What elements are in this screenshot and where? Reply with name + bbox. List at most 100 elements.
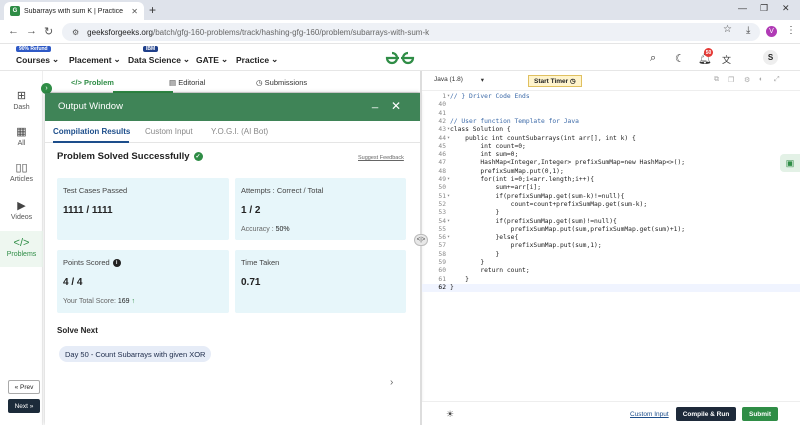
- site-info-icon[interactable]: ⚙: [72, 28, 79, 37]
- check-circle-icon: ✓: [193, 152, 203, 161]
- tab-submissions[interactable]: ◷ Submissions: [256, 78, 307, 87]
- tab-custom-input[interactable]: Custom Input: [145, 127, 193, 136]
- tab-problem[interactable]: </> Problem: [71, 78, 114, 87]
- close-window-icon[interactable]: ✕: [782, 3, 790, 14]
- forward-icon[interactable]: →: [26, 25, 37, 37]
- reload-icon[interactable]: ↻: [44, 25, 53, 38]
- info-icon[interactable]: i: [112, 258, 121, 267]
- settings-icon[interactable]: ⚙: [744, 76, 750, 84]
- code-line[interactable]: HashMap<Integer,Integer> prefixSumMap=ne…: [450, 159, 685, 166]
- nav-gate[interactable]: GATE ⌄: [196, 54, 228, 65]
- theme-icon[interactable]: ◐: [759, 76, 763, 83]
- time-label: Time Taken: [241, 258, 280, 267]
- prev-button[interactable]: « Prev: [8, 380, 40, 394]
- attempts-card: Attempts : Correct / Total 1 / 2 Accurac…: [235, 178, 406, 240]
- code-line[interactable]: sum+=arr[i];: [450, 184, 541, 191]
- start-timer-button[interactable]: Start Timer ◷: [528, 75, 582, 87]
- code-line[interactable]: }: [450, 284, 454, 291]
- line-number: 50: [438, 184, 446, 192]
- editor-toolbar: Java (1.8) ▾ Start Timer ◷ ⧉ ❐ ⚙ ◐ ⤢: [422, 71, 800, 91]
- compile-run-button[interactable]: Compile & Run: [676, 407, 736, 421]
- book-icon: ▯▯: [15, 162, 28, 174]
- video-icon: ▶: [17, 200, 26, 212]
- rail-item-articles[interactable]: ▯▯ Articles: [0, 161, 43, 183]
- code-line[interactable]: // User function Template for Java: [450, 118, 579, 125]
- bookmark-star-icon[interactable]: ☆: [723, 24, 732, 35]
- code-line[interactable]: }: [450, 251, 499, 258]
- search-icon[interactable]: ⌕: [650, 52, 656, 65]
- close-icon[interactable]: ✕: [391, 99, 401, 113]
- document-icon: ▤: [169, 78, 177, 87]
- code-line[interactable]: prefixSumMap.put(0,1);: [450, 168, 563, 175]
- rail-item-dash[interactable]: ⊞ Dash: [0, 89, 43, 111]
- dark-mode-icon[interactable]: ☾: [675, 52, 685, 65]
- user-avatar[interactable]: S: [763, 50, 778, 65]
- new-tab-icon[interactable]: +: [149, 3, 156, 17]
- nav-practice[interactable]: Practice ⌄: [236, 54, 278, 65]
- fullscreen-icon[interactable]: ⤢: [774, 76, 780, 84]
- copy-code-icon[interactable]: ❐: [728, 76, 734, 84]
- rail-item-problems[interactable]: </> Problems: [0, 231, 43, 267]
- gfg-logo-icon[interactable]: [383, 51, 417, 65]
- browser-profile-avatar[interactable]: V: [766, 26, 777, 37]
- code-line[interactable]: for(int i=0;i<arr.length;i++){: [450, 176, 594, 183]
- code-line[interactable]: public int countSubarrays(int arr[], int…: [450, 135, 636, 142]
- code-line[interactable]: return count;: [450, 267, 529, 274]
- code-line[interactable]: int sum=0;: [450, 151, 518, 158]
- lightbulb-icon[interactable]: ☀: [446, 409, 454, 420]
- line-number: 44: [438, 134, 446, 142]
- code-line[interactable]: if(prefixSumMap.get(sum-k)!=null){: [450, 193, 624, 200]
- code-line[interactable]: int count=0;: [450, 143, 526, 150]
- code-line[interactable]: prefixSumMap.put(sum,prefixSumMap.get(su…: [450, 226, 685, 233]
- output-window: Output Window _ ✕ Compilation Results Cu…: [45, 93, 420, 425]
- code-line[interactable]: prefixSumMap.put(sum,1);: [450, 242, 602, 249]
- back-icon[interactable]: ←: [8, 25, 19, 37]
- line-number: 45: [438, 142, 446, 150]
- custom-input-link[interactable]: Custom Input: [630, 411, 669, 418]
- close-tab-icon[interactable]: ✕: [131, 7, 138, 16]
- download-icon[interactable]: ⤓: [746, 25, 750, 36]
- next-button[interactable]: Next »: [8, 399, 40, 413]
- tab-yogi-ai-bot[interactable]: Y.O.G.I. (AI Bot): [211, 127, 268, 136]
- restore-window-icon[interactable]: ❐: [760, 3, 768, 14]
- submit-button[interactable]: Submit: [742, 407, 778, 421]
- accuracy: Accuracy : 50%: [241, 226, 290, 233]
- language-icon[interactable]: 文: [722, 53, 731, 66]
- line-number: 48: [438, 167, 446, 175]
- output-window-title: Output Window: [58, 101, 123, 112]
- tab-compilation-results[interactable]: Compilation Results: [53, 127, 130, 136]
- chevron-down-icon: ⌄: [220, 54, 229, 64]
- suggest-feedback-link[interactable]: Suggest Feedback: [358, 155, 404, 161]
- minimize-window-icon[interactable]: —: [738, 3, 747, 13]
- code-line[interactable]: class Solution {: [450, 126, 511, 133]
- line-number-gutter: 1 ▾ 40 41 42 43 ▾ 44 ▾ 45 46 47 48 49 ▾ 50 51 ▾ 52 53 54 ▾ 55 5…: [422, 91, 450, 291]
- code-line[interactable]: }: [450, 209, 499, 216]
- code-line[interactable]: if(prefixSumMap.get(sum)!=null){: [450, 218, 616, 225]
- address-bar[interactable]: ⚙ geeksforgeeks.org/batch/gfg-160-proble…: [62, 23, 760, 41]
- code-line[interactable]: }else{: [450, 234, 518, 241]
- points-value: 4 / 4: [63, 277, 83, 288]
- code-line[interactable]: }: [450, 276, 469, 283]
- language-select[interactable]: Java (1.8) ▾: [434, 76, 484, 84]
- code-line[interactable]: // } Driver Code Ends: [450, 93, 530, 100]
- nav-placement[interactable]: Placement ⌄: [69, 54, 121, 65]
- reset-code-icon[interactable]: ⧉: [714, 76, 719, 84]
- chevron-right-icon[interactable]: ›: [390, 377, 393, 388]
- rail-item-all[interactable]: ▦ All: [0, 125, 43, 147]
- nav-courses[interactable]: Courses ⌄: [16, 54, 59, 65]
- rail-item-videos[interactable]: ▶ Videos: [0, 199, 43, 221]
- browser-tab[interactable]: G Subarrays with sum K | Practice ✕: [4, 2, 144, 20]
- total-score: Your Total Score: 169 ↑: [63, 298, 136, 305]
- code-line[interactable]: }: [450, 259, 484, 266]
- dropdown-caret-icon: ▾: [480, 77, 484, 84]
- minimize-icon[interactable]: _: [372, 97, 378, 109]
- browser-menu-icon[interactable]: ⋮: [786, 25, 796, 36]
- address-row: ← → ↻ ⚙ geeksforgeeks.org/batch/gfg-160-…: [0, 20, 800, 44]
- code-editor[interactable]: // } Driver Code Ends // User function Te…: [450, 91, 790, 291]
- chat-icon[interactable]: ▣: [780, 154, 800, 172]
- code-line[interactable]: count=count+prefixSumMap.get(sum-k);: [450, 201, 647, 208]
- nav-data-science[interactable]: Data Science ⌄: [128, 54, 190, 65]
- tab-editorial[interactable]: ▤ Editorial: [169, 78, 205, 87]
- test-cases-card: Test Cases Passed 1111 / 1111: [57, 178, 229, 240]
- next-problem-chip[interactable]: Day 50 - Count Subarrays with given XOR: [59, 346, 212, 362]
